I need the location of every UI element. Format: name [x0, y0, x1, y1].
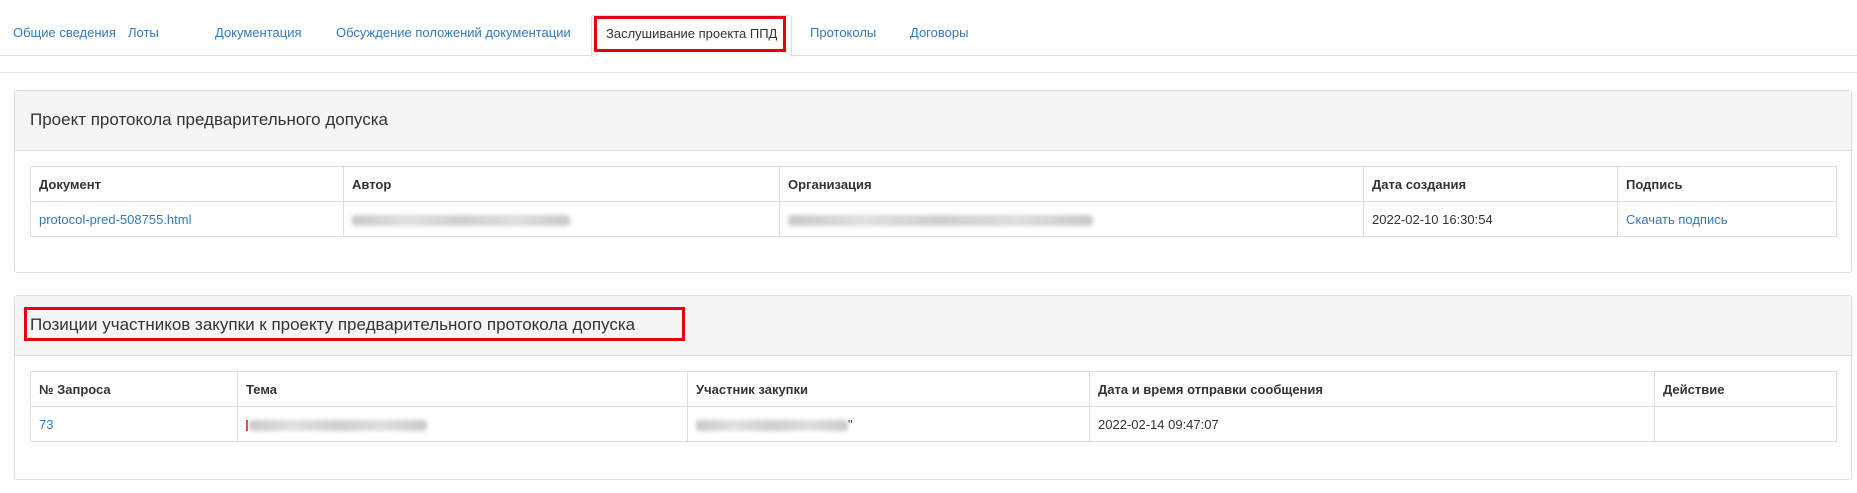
column-header-action: Действие	[1654, 371, 1837, 407]
participant-tail: "	[848, 416, 853, 432]
participant-positions-table: № Запроса Тема Участник закупки Дата и в…	[30, 371, 1837, 442]
protocol-draft-panel-title: Проект протокола предварительного допуск…	[30, 110, 388, 129]
column-header-created: Дата создания	[1363, 166, 1618, 202]
tab-protocols[interactable]: Протоколы	[810, 25, 876, 41]
tab-documentation[interactable]: Документация	[215, 25, 302, 41]
tab-documentation-discussion[interactable]: Обсуждение положений документации	[336, 25, 571, 41]
tab-ppd-hearing[interactable]: Заслушивание проекта ППД	[591, 15, 793, 57]
redacted-participant	[696, 419, 848, 431]
column-header-request-no: № Запроса	[30, 371, 238, 407]
created-date-cell: 2022-02-10 16:30:54	[1363, 201, 1618, 237]
redacted-accent	[246, 419, 248, 431]
tab-general[interactable]: Общие сведения	[13, 25, 116, 41]
column-header-sent-at: Дата и время отправки сообщения	[1089, 371, 1655, 407]
action-cell	[1654, 406, 1837, 442]
protocol-draft-panel-heading: Проект протокола предварительного допуск…	[15, 91, 1851, 151]
document-link[interactable]: protocol-pred-508755.html	[30, 201, 344, 237]
tab-lots[interactable]: Лоты	[128, 25, 159, 41]
participant-positions-panel-title: Позиции участников закупки к проекту пре…	[30, 315, 636, 334]
column-header-author: Автор	[343, 166, 780, 202]
protocol-document-table: Документ Автор Организация Дата создания…	[30, 166, 1837, 237]
download-signature-link[interactable]: Скачать подпись	[1617, 201, 1837, 237]
author-cell-redacted	[343, 201, 780, 237]
column-header-topic: Тема	[237, 371, 688, 407]
participant-cell: "	[687, 406, 1090, 442]
request-number-link[interactable]: 73	[30, 406, 238, 442]
participant-positions-panel-heading: Позиции участников закупки к проекту пре…	[15, 296, 1851, 356]
table-row: protocol-pred-508755.html 2022-02-10 16:…	[30, 201, 1837, 237]
redacted-author	[352, 214, 570, 226]
redacted-organization	[788, 214, 1093, 226]
column-header-participant: Участник закупки	[687, 371, 1090, 407]
table-header-row: № Запроса Тема Участник закупки Дата и в…	[30, 371, 1837, 407]
table-header-row: Документ Автор Организация Дата создания…	[30, 166, 1837, 202]
participant-positions-panel: Позиции участников закупки к проекту пре…	[14, 295, 1852, 480]
tab-bar: Общие сведения Лоты Документация Обсужде…	[0, 0, 1857, 57]
tab-contracts[interactable]: Договоры	[910, 25, 968, 41]
redacted-topic	[249, 419, 427, 431]
protocol-draft-panel: Проект протокола предварительного допуск…	[14, 90, 1852, 273]
sent-at-cell: 2022-02-14 09:47:07	[1089, 406, 1655, 442]
column-header-organization: Организация	[779, 166, 1364, 202]
column-header-document: Документ	[30, 166, 344, 202]
content-divider	[0, 72, 1857, 73]
organization-cell-redacted	[779, 201, 1364, 237]
column-header-signature: Подпись	[1617, 166, 1837, 202]
topic-cell-redacted	[237, 406, 688, 442]
table-row: 73 " 2022-02-14 09:47:07	[30, 406, 1837, 442]
